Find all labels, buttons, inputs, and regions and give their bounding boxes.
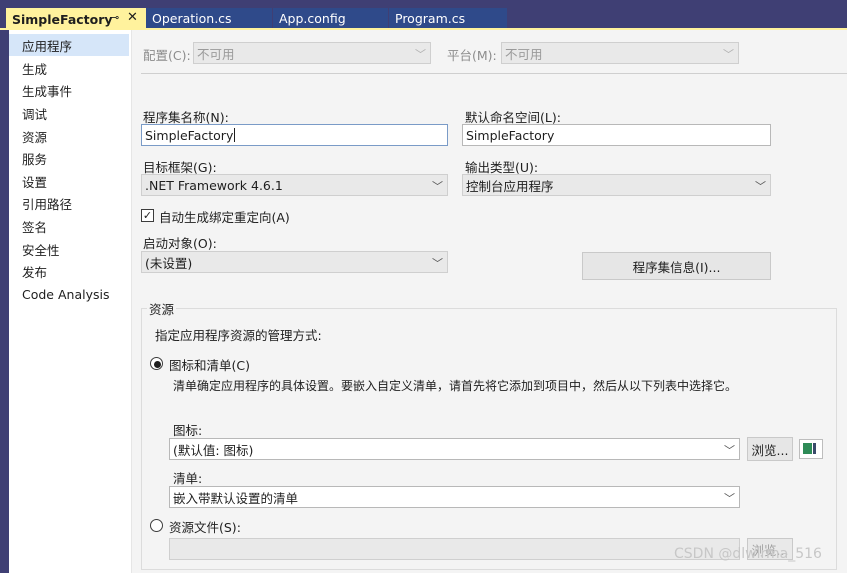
icon-manifest-description: 清单确定应用程序的具体设置。要嵌入自定义清单，请首先将它添加到项目中，然后从以下…	[173, 379, 738, 393]
chevron-down-icon: ﹀	[723, 48, 734, 61]
sidebar-item-label: 服务	[22, 151, 48, 167]
configuration-select: 不可用 ﹀	[193, 42, 431, 64]
resource-file-radio[interactable]	[150, 519, 163, 532]
window-left-edge	[0, 30, 9, 573]
assembly-name-value: SimpleFactory	[145, 127, 234, 143]
startup-object-label: 启动对象(O):	[143, 236, 217, 251]
output-type-select[interactable]: 控制台应用程序 ﹀	[462, 174, 771, 196]
sidebar-item-label: 生成	[22, 61, 48, 77]
sidebar-item-settings[interactable]: 设置	[9, 170, 129, 192]
sidebar-item-label: Code Analysis	[22, 286, 110, 302]
manifest-select-value: 嵌入带默认设置的清单	[173, 490, 299, 506]
tab-app-config[interactable]: App.config	[273, 8, 388, 28]
sidebar-item-application[interactable]: 应用程序	[9, 34, 129, 56]
sidebar-item-security[interactable]: 安全性	[9, 238, 129, 260]
icon-select-value: (默认值: 图标)	[173, 442, 254, 458]
sidebar-item-publish[interactable]: 发布	[9, 260, 129, 282]
default-namespace-input[interactable]: SimpleFactory	[462, 124, 771, 146]
platform-label: 平台(M):	[447, 48, 497, 63]
chevron-down-icon: ﹀	[415, 48, 426, 61]
platform-select: 不可用 ﹀	[501, 42, 739, 64]
sidebar-item-label: 签名	[22, 219, 48, 235]
tab-label: SimpleFactory	[12, 11, 113, 27]
sidebar-item-label: 应用程序	[22, 38, 73, 54]
sidebar-item-label: 安全性	[22, 242, 60, 258]
sidebar-item-label: 资源	[22, 129, 48, 145]
chevron-down-icon: ﹀	[724, 492, 735, 505]
sidebar-item-services[interactable]: 服务	[9, 147, 129, 169]
configuration-value: 不可用	[197, 46, 235, 62]
configuration-label: 配置(C):	[143, 48, 191, 63]
pin-icon[interactable]: ⊸	[110, 11, 119, 24]
tab-simplefactory[interactable]: SimpleFactory ⊸ ✕	[6, 8, 146, 30]
manifest-select[interactable]: 嵌入带默认设置的清单 ﹀	[169, 486, 740, 508]
close-icon[interactable]: ✕	[127, 10, 138, 25]
startup-object-value: (未设置)	[145, 255, 193, 271]
tab-label: Operation.cs	[152, 10, 232, 26]
tab-label: App.config	[279, 10, 346, 26]
resources-instructions: 指定应用程序资源的管理方式:	[155, 328, 322, 343]
target-framework-select[interactable]: .NET Framework 4.6.1 ﹀	[141, 174, 448, 196]
assembly-name-input[interactable]: SimpleFactory	[141, 124, 448, 146]
text-caret	[234, 128, 236, 142]
checkmark-icon: ✓	[142, 209, 153, 222]
resource-file-label: 资源文件(S):	[169, 520, 241, 535]
icon-select[interactable]: (默认值: 图标) ﹀	[169, 438, 740, 460]
chevron-down-icon: ﹀	[432, 180, 443, 193]
resource-file-input	[169, 538, 740, 560]
default-namespace-value: SimpleFactory	[466, 127, 555, 143]
sidebar-item-label: 引用路径	[22, 196, 73, 212]
icon-preview	[799, 439, 823, 459]
sidebar-item-build-events[interactable]: 生成事件	[9, 79, 129, 101]
icon-preview-edge	[813, 443, 816, 454]
sidebar-item-debug[interactable]: 调试	[9, 102, 129, 124]
sidebar-item-build[interactable]: 生成	[9, 57, 129, 79]
tab-label: Program.cs	[395, 10, 466, 26]
icon-manifest-label: 图标和清单(C)	[169, 358, 250, 373]
icon-browse-button[interactable]: 浏览...	[747, 437, 793, 461]
manifest-label: 清单:	[173, 471, 203, 486]
assembly-info-button[interactable]: 程序集信息(I)...	[582, 252, 771, 280]
sidebar-item-label: 调试	[22, 106, 48, 122]
sidebar-item-code-analysis[interactable]: Code Analysis	[9, 283, 129, 305]
output-type-value: 控制台应用程序	[466, 178, 554, 194]
platform-value: 不可用	[505, 46, 543, 62]
watermark: CSDN @dlwlrma_516	[674, 546, 822, 562]
icon-label: 图标:	[173, 423, 203, 438]
tab-program-cs[interactable]: Program.cs	[389, 8, 507, 28]
sidebar-item-label: 设置	[22, 174, 48, 190]
browse-button-label: 浏览...	[751, 442, 789, 458]
auto-binding-checkbox[interactable]: ✓	[141, 209, 154, 222]
sidebar-item-signing[interactable]: 签名	[9, 215, 129, 237]
icon-manifest-radio[interactable]	[150, 357, 163, 370]
tab-operation-cs[interactable]: Operation.cs	[146, 8, 272, 28]
sidebar-item-label: 发布	[22, 264, 48, 280]
chevron-down-icon: ﹀	[432, 257, 443, 270]
sidebar-item-resources[interactable]: 资源	[9, 125, 129, 147]
config-divider	[141, 73, 847, 74]
resources-group-title: 资源	[147, 299, 177, 318]
chevron-down-icon: ﹀	[755, 180, 766, 193]
target-framework-value: .NET Framework 4.6.1	[145, 177, 283, 193]
chevron-down-icon: ﹀	[724, 444, 735, 457]
icon-preview-image	[803, 443, 812, 454]
sidebar-item-reference-paths[interactable]: 引用路径	[9, 192, 129, 214]
startup-object-select[interactable]: (未设置) ﹀	[141, 251, 448, 273]
assembly-info-button-label: 程序集信息(I)...	[632, 259, 721, 275]
auto-binding-label: 自动生成绑定重定向(A)	[159, 210, 290, 225]
sidebar-item-label: 生成事件	[22, 83, 73, 99]
